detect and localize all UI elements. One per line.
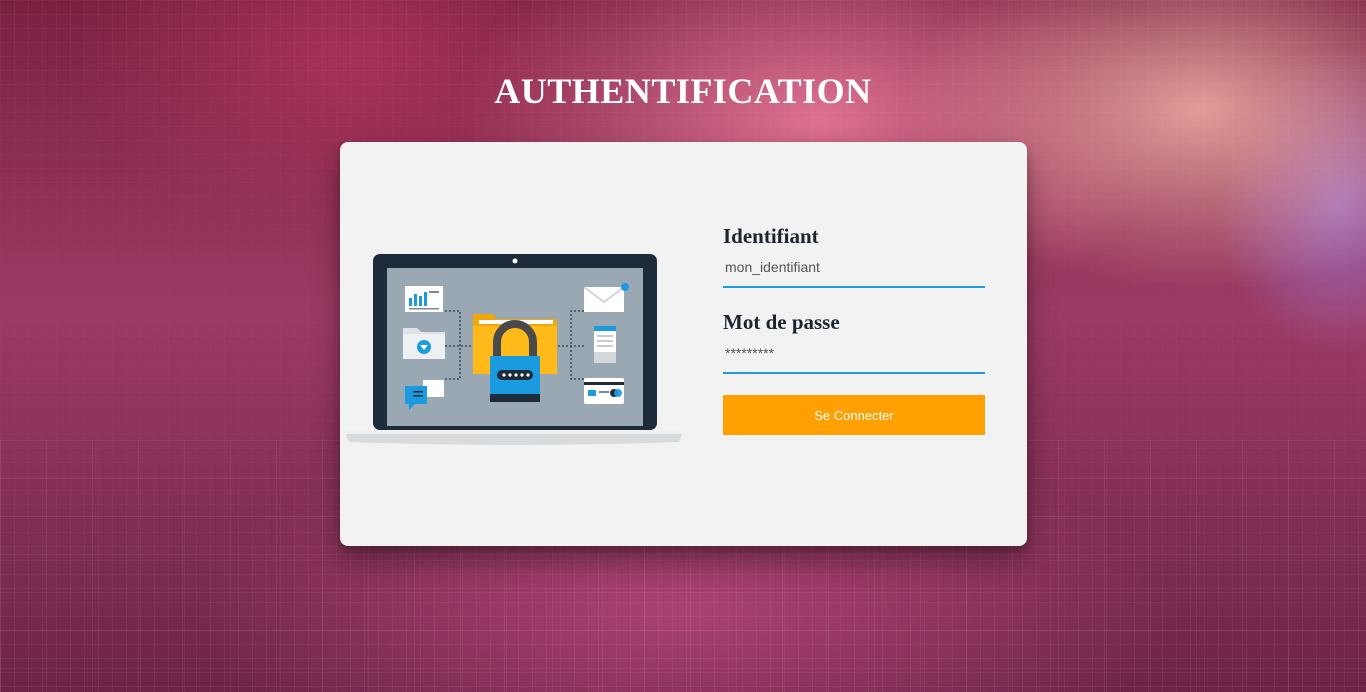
username-input[interactable] [723, 248, 985, 288]
credit-card-icon [584, 378, 624, 404]
login-card: Identifiant Mot de passe Se Connecter [340, 142, 1027, 546]
password-input[interactable] [723, 334, 985, 374]
security-illustration [345, 254, 683, 445]
chart-document-icon [405, 286, 443, 312]
envelope-icon [583, 283, 629, 312]
folder-download-icon [403, 328, 445, 359]
page-title: AUTHENTIFICATION [494, 71, 872, 111]
login-form: Identifiant Mot de passe Se Connecter [723, 224, 985, 435]
login-button[interactable]: Se Connecter [723, 395, 985, 435]
phone-icon [594, 326, 616, 363]
password-label: Mot de passe [723, 310, 840, 334]
username-label: Identifiant [723, 224, 819, 248]
